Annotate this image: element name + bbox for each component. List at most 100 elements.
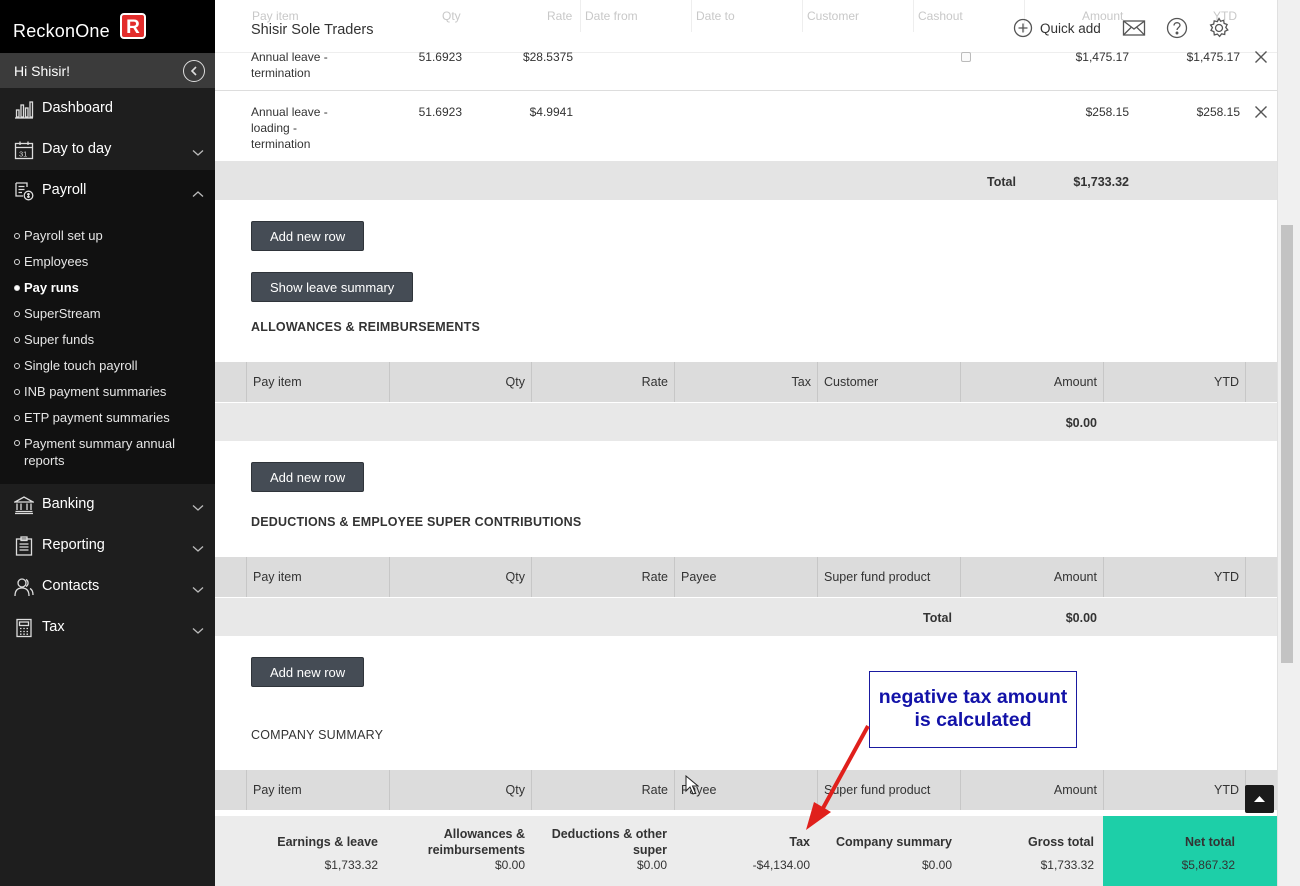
divider xyxy=(580,0,581,32)
bullet-icon xyxy=(14,311,20,317)
leave-row-ytd: $1,475.17 xyxy=(1186,50,1240,64)
gear-icon[interactable] xyxy=(1207,16,1231,40)
col-header[interactable]: Customer xyxy=(817,362,960,402)
cashout-checkbox[interactable] xyxy=(961,52,971,62)
annotation-callout: negative tax amount is calculated xyxy=(869,671,1077,748)
col-header[interactable]: Amount xyxy=(960,770,1103,810)
summary-gross: Gross total $1,733.32 xyxy=(975,816,1094,886)
sub-employees[interactable]: Employees xyxy=(14,253,88,270)
nav-reporting[interactable]: Reporting xyxy=(0,525,215,566)
col-header[interactable]: Rate xyxy=(531,770,674,810)
col-header[interactable]: Qty xyxy=(389,362,531,402)
sub-super-funds[interactable]: Super funds xyxy=(14,331,94,348)
delete-row-icon[interactable] xyxy=(1254,50,1268,64)
payroll-menu-open: Payroll Payroll set up Employees Pay run… xyxy=(0,170,215,484)
show-leave-summary-button[interactable]: Show leave summary xyxy=(251,272,414,302)
leave-row-qty: 51.6923 xyxy=(418,50,462,64)
deductions-table-header: Pay item Qty Rate Payee Super fund produ… xyxy=(215,557,1277,597)
brand-badge: R xyxy=(120,13,146,39)
bullet-icon xyxy=(14,440,20,446)
sub-single-touch-payroll[interactable]: Single touch payroll xyxy=(14,357,137,374)
col-header[interactable]: Pay item xyxy=(246,557,389,597)
summary-label: Allowances & reimbursements xyxy=(427,827,525,857)
bar-chart-icon xyxy=(14,99,34,119)
chevron-down-icon xyxy=(192,623,204,634)
nav-payroll-label: Payroll xyxy=(42,182,87,198)
col-header[interactable]: Super fund product xyxy=(817,557,960,597)
bullet-icon xyxy=(14,285,20,291)
leave-row-ytd: $258.15 xyxy=(1196,105,1240,119)
summary-value: $1,733.32 xyxy=(1040,858,1094,872)
add-earnings-row-button[interactable]: Add new row xyxy=(251,221,365,251)
delete-row-icon[interactable] xyxy=(1254,105,1268,119)
quick-add-label: Quick add xyxy=(1040,20,1101,36)
col-header[interactable]: Rate xyxy=(531,557,674,597)
sub-etp-payment-summaries[interactable]: ETP payment summaries xyxy=(14,409,170,426)
col-header[interactable]: Amount xyxy=(960,362,1103,402)
annotation-arrow-icon xyxy=(806,725,870,830)
nav-banking[interactable]: Banking xyxy=(0,484,215,525)
summary-earnings: Earnings & leave $1,733.32 xyxy=(245,816,378,886)
col-header[interactable]: Qty xyxy=(389,557,531,597)
brand-logo[interactable]: ReckonOne R xyxy=(0,0,215,54)
col-header[interactable]: Pay item xyxy=(246,770,389,810)
col-header[interactable]: Amount xyxy=(960,557,1103,597)
col-header[interactable]: YTD xyxy=(1103,362,1246,402)
brand-name: ReckonOne xyxy=(13,21,110,41)
sub-payroll-set-up[interactable]: Payroll set up xyxy=(14,227,103,244)
nav-dashboard-label: Dashboard xyxy=(42,100,113,116)
sub-superstream[interactable]: SuperStream xyxy=(14,305,101,322)
col-header[interactable]: YTD xyxy=(1103,770,1246,810)
col-header[interactable]: YTD xyxy=(1103,557,1246,597)
col-header[interactable]: Qty xyxy=(389,770,531,810)
col-header[interactable]: Pay item xyxy=(246,362,389,402)
sub-payment-summary-annual-reports[interactable]: Payment summary annual reports xyxy=(14,435,194,469)
summary-label: Tax xyxy=(789,835,810,849)
add-deduction-row-button[interactable]: Add new row xyxy=(251,657,365,687)
sub-pay-runs[interactable]: Pay runs xyxy=(14,279,79,296)
col-header[interactable]: Rate xyxy=(531,362,674,402)
chevron-down-icon xyxy=(192,541,204,552)
nav-dashboard[interactable]: Dashboard xyxy=(0,88,215,129)
help-icon[interactable] xyxy=(1165,16,1189,40)
section-title-allowances: ALLOWANCES & REIMBURSEMENTS xyxy=(251,320,481,334)
item-line: termination xyxy=(251,66,311,80)
scrollbar-thumb[interactable] xyxy=(1281,225,1293,663)
total-label: Total xyxy=(987,175,1016,189)
nav-tax[interactable]: Tax xyxy=(0,607,215,648)
leave-row-qty: 51.6923 xyxy=(418,105,462,119)
sub-label: SuperStream xyxy=(24,306,101,321)
collapse-sidebar-icon[interactable] xyxy=(183,60,205,82)
sub-label: INB payment summaries xyxy=(24,384,167,399)
add-allowance-row-button[interactable]: Add new row xyxy=(251,462,365,492)
total-label: Total xyxy=(923,611,952,625)
chevron-up-icon xyxy=(192,186,204,197)
calculator-icon xyxy=(14,618,34,638)
sub-inb-payment-summaries[interactable]: INB payment summaries xyxy=(14,383,166,400)
mail-icon[interactable] xyxy=(1122,16,1146,40)
nav-payroll[interactable]: Payroll xyxy=(0,170,215,211)
bullet-icon xyxy=(14,233,20,239)
deductions-total-bar: Total $0.00 xyxy=(215,598,1277,636)
scroll-to-top-button[interactable] xyxy=(1245,785,1274,813)
ghost-header: Date from xyxy=(585,9,638,23)
section-title-deductions: DEDUCTIONS & EMPLOYEE SUPER CONTRIBUTION… xyxy=(251,515,582,529)
summary-label: Deductions & other super xyxy=(551,827,667,857)
sub-label: Payroll set up xyxy=(24,228,103,243)
chevron-down-icon xyxy=(192,145,204,156)
col-header[interactable]: Payee xyxy=(674,557,817,597)
nav-day-to-day[interactable]: 31 Day to day xyxy=(0,129,215,170)
col-header[interactable]: Tax xyxy=(674,362,817,402)
quick-add-button[interactable]: Quick add xyxy=(1013,17,1101,39)
ghost-header: Rate xyxy=(547,9,573,23)
nav-contacts[interactable]: Contacts xyxy=(0,566,215,607)
summary-deductions: Deductions & other super $0.00 xyxy=(535,816,667,886)
bullet-icon xyxy=(14,389,20,395)
deductions-total-value: $0.00 xyxy=(1065,611,1097,625)
contacts-icon xyxy=(14,577,34,597)
scrollbar[interactable] xyxy=(1277,0,1300,886)
item-line: termination xyxy=(251,137,311,151)
sub-label: Payment summary annual reports xyxy=(24,436,176,468)
item-line: Annual leave - xyxy=(251,50,328,64)
bullet-icon xyxy=(14,415,20,421)
